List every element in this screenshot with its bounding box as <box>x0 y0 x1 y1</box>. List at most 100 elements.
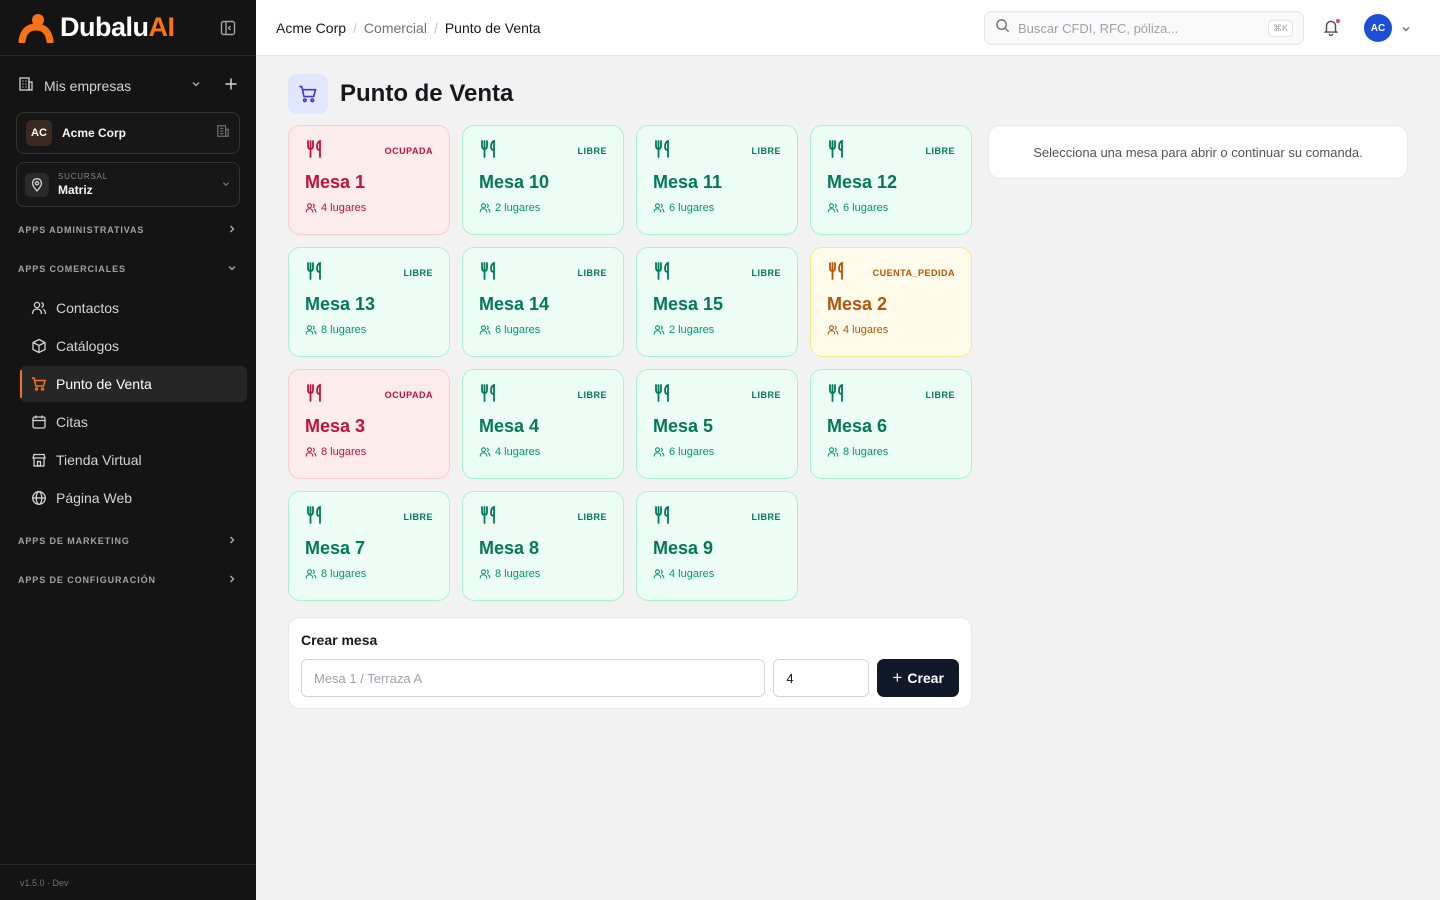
create-table-title: Crear mesa <box>301 632 378 648</box>
brand-name: DubaluAI <box>60 12 175 42</box>
table-status-badge: LIBRE <box>751 268 781 278</box>
collapse-sidebar-icon[interactable] <box>218 18 238 38</box>
users-icon <box>479 568 491 580</box>
utensils-icon <box>305 261 325 286</box>
table-name: Mesa 5 <box>653 416 714 436</box>
group-apps-comerciales[interactable]: APPS COMERCIALES <box>0 249 256 288</box>
table-card[interactable]: LIBRE Mesa 6 8 lugares <box>810 369 972 479</box>
table-card[interactable]: LIBRE Mesa 12 6 lugares <box>810 125 972 235</box>
sidebar-item-citas[interactable]: Citas <box>20 404 247 440</box>
box-icon <box>31 338 47 354</box>
users-icon <box>653 568 665 580</box>
table-card[interactable]: LIBRE Mesa 4 4 lugares <box>462 369 624 479</box>
sidebar-item-label: Tienda Virtual <box>56 452 142 468</box>
table-seats: 6 lugares <box>495 324 541 336</box>
breadcrumb-item[interactable]: Comercial <box>364 20 427 36</box>
avatar[interactable]: AC <box>1364 14 1392 42</box>
table-seats: 4 lugares <box>843 324 889 336</box>
chevron-down-icon <box>226 262 238 276</box>
table-status-badge: LIBRE <box>751 512 781 522</box>
chevron-down-icon <box>221 176 231 194</box>
table-status-badge: OCUPADA <box>384 390 433 400</box>
table-card[interactable]: OCUPADA Mesa 3 8 lugares <box>288 369 450 479</box>
map-pin-icon <box>25 172 49 197</box>
search-box[interactable]: ⌘K <box>984 11 1304 45</box>
sidebar-item-label: Contactos <box>56 300 120 316</box>
sidebar-item-punto-de-venta[interactable]: Punto de Venta <box>20 366 247 402</box>
chevron-down-icon[interactable] <box>1400 22 1412 40</box>
chevron-right-icon <box>226 223 238 237</box>
table-seats: 8 lugares <box>321 446 367 458</box>
breadcrumb: Acme Corp / Comercial / Punto de Venta <box>276 20 541 36</box>
branch-selector[interactable]: SUCURSAL Matriz <box>16 162 240 207</box>
users-icon <box>305 568 317 580</box>
utensils-icon <box>827 261 847 286</box>
group-apps-configuracion[interactable]: APPS DE CONFIGURACIÓN <box>0 560 256 599</box>
users-icon <box>31 300 47 316</box>
table-status-badge: LIBRE <box>577 390 607 400</box>
table-status-badge: OCUPADA <box>384 146 433 156</box>
table-card[interactable]: LIBRE Mesa 8 8 lugares <box>462 491 624 601</box>
table-card[interactable]: LIBRE Mesa 10 2 lugares <box>462 125 624 235</box>
table-card[interactable]: LIBRE Mesa 5 6 lugares <box>636 369 798 479</box>
utensils-icon <box>305 505 325 530</box>
users-icon <box>653 446 665 458</box>
group-label: APPS DE MARKETING <box>18 535 130 546</box>
chevron-down-icon[interactable] <box>190 77 202 95</box>
table-name: Mesa 6 <box>827 416 888 436</box>
table-card[interactable]: LIBRE Mesa 15 2 lugares <box>636 247 798 357</box>
tables-grid: OCUPADA Mesa 1 4 lugares LIBRE Mesa 10 2 luga… <box>288 125 972 601</box>
create-table-button[interactable]: + Crear <box>877 659 959 697</box>
table-seats: 2 lugares <box>669 324 715 336</box>
notifications-button[interactable] <box>1322 18 1342 38</box>
table-card[interactable]: LIBRE Mesa 11 6 lugares <box>636 125 798 235</box>
cart-icon <box>31 376 47 392</box>
table-status-badge: LIBRE <box>751 390 781 400</box>
table-status-badge: LIBRE <box>577 512 607 522</box>
table-name: Mesa 11 <box>653 172 723 192</box>
table-card[interactable]: LIBRE Mesa 13 8 lugares <box>288 247 450 357</box>
sidebar-item-label: Punto de Venta <box>56 376 152 392</box>
table-card[interactable]: CUENTA_PEDIDA Mesa 2 4 lugares <box>810 247 972 357</box>
store-icon <box>31 452 47 468</box>
sidebar-item-pagina-web[interactable]: Página Web <box>20 480 247 516</box>
mis-empresas-row[interactable]: Mis empresas <box>0 66 256 106</box>
sidebar-item-tienda-virtual[interactable]: Tienda Virtual <box>20 442 247 478</box>
table-seats: 6 lugares <box>669 446 715 458</box>
search-input[interactable] <box>1018 20 1268 36</box>
table-seats: 6 lugares <box>669 202 715 214</box>
building-icon <box>18 76 34 97</box>
users-icon <box>305 324 317 336</box>
group-apps-marketing[interactable]: APPS DE MARKETING <box>0 521 256 560</box>
group-apps-administrativas[interactable]: APPS ADMINISTRATIVAS <box>0 210 256 249</box>
utensils-icon <box>479 261 499 286</box>
table-card[interactable]: LIBRE Mesa 7 8 lugares <box>288 491 450 601</box>
utensils-icon <box>827 139 847 164</box>
users-icon <box>479 446 491 458</box>
add-company-icon[interactable] <box>224 77 238 96</box>
sidebar: DubaluAI Mis empresas AC Acme Corp SUCUR… <box>0 0 256 900</box>
chevron-right-icon <box>226 534 238 548</box>
sidebar-item-catalogos[interactable]: Catálogos <box>20 328 247 364</box>
table-name: Mesa 14 <box>479 294 550 314</box>
table-name: Mesa 3 <box>305 416 366 436</box>
table-name-input[interactable] <box>301 659 766 697</box>
table-name: Mesa 1 <box>305 172 366 192</box>
table-name: Mesa 8 <box>479 538 540 558</box>
users-icon <box>653 324 665 336</box>
utensils-icon <box>653 505 673 530</box>
table-card[interactable]: LIBRE Mesa 14 6 lugares <box>462 247 624 357</box>
version-label: v1.5.0 · Dev <box>0 864 256 900</box>
users-icon <box>479 202 491 214</box>
table-seats: 8 lugares <box>321 568 367 580</box>
sidebar-item-contactos[interactable]: Contactos <box>20 290 247 326</box>
dubalu-logo-icon <box>18 13 54 44</box>
globe-icon <box>31 490 47 506</box>
table-card[interactable]: OCUPADA Mesa 1 4 lugares <box>288 125 450 235</box>
group-label: APPS ADMINISTRATIVAS <box>18 224 145 235</box>
table-name: Mesa 13 <box>305 294 376 314</box>
table-seats-input[interactable] <box>773 659 870 697</box>
table-card[interactable]: LIBRE Mesa 9 4 lugares <box>636 491 798 601</box>
breadcrumb-item[interactable]: Acme Corp <box>276 20 346 36</box>
company-selector[interactable]: AC Acme Corp <box>16 112 240 154</box>
